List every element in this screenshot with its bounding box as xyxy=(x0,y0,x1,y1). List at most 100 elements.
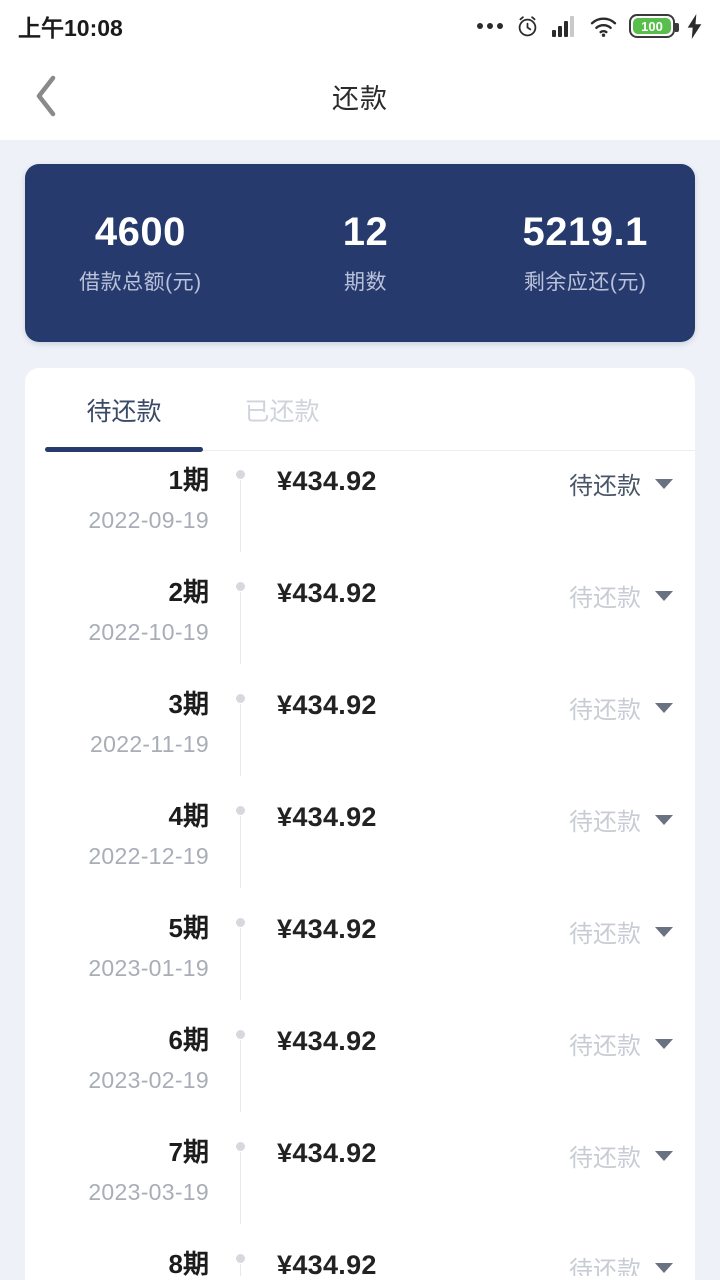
installment-status-cell[interactable]: 待还款 xyxy=(505,1250,695,1276)
chevron-down-icon[interactable] xyxy=(655,926,673,937)
summary-periods: 12 期数 xyxy=(256,211,476,296)
timeline-dot-icon xyxy=(236,582,245,591)
repayment-list-card: 待还款 已还款 1期 2022-09-19 ¥434.92 待还款 2期 202… xyxy=(25,368,695,1280)
installment-date: 2023-02-19 xyxy=(88,1066,209,1093)
installment-amount: ¥434.92 xyxy=(277,914,377,944)
timeline-dot-icon xyxy=(236,1142,245,1151)
summary-total-amount: 4600 借款总额(元) xyxy=(25,211,256,296)
installment-date: 2022-10-19 xyxy=(88,618,209,645)
table-row[interactable]: 2期 2022-10-19 ¥434.92 待还款 xyxy=(25,564,695,676)
installment-date: 2023-03-19 xyxy=(88,1178,209,1205)
installment-amount: ¥434.92 xyxy=(277,578,377,608)
chevron-down-icon[interactable] xyxy=(655,814,673,825)
timeline-dot-icon xyxy=(236,470,245,479)
summary-remaining: 5219.1 剩余应还(元) xyxy=(475,211,695,296)
table-row[interactable]: 1期 2022-09-19 ¥434.92 待还款 xyxy=(25,452,695,564)
timeline-dot-icon xyxy=(236,1254,245,1263)
table-row[interactable]: 7期 2023-03-19 ¥434.92 待还款 xyxy=(25,1124,695,1236)
chevron-down-icon[interactable] xyxy=(655,1262,673,1273)
installment-amount-cell: ¥434.92 xyxy=(253,690,505,721)
installment-amount: ¥434.92 xyxy=(277,690,377,720)
status-badge: 待还款 xyxy=(569,1257,641,1276)
summary-remaining-label: 剩余应还(元) xyxy=(523,270,647,294)
tab-pending[interactable]: 待还款 xyxy=(45,368,203,452)
timeline-line xyxy=(240,1152,241,1224)
installment-status-cell[interactable]: 待还款 xyxy=(505,466,695,501)
installment-period: 7期 xyxy=(168,1137,209,1167)
timeline-line xyxy=(240,704,241,776)
table-row[interactable]: 8期 2023-04-19 ¥434.92 待还款 xyxy=(25,1236,695,1276)
summary-total-label: 借款总额(元) xyxy=(79,270,202,294)
chevron-down-icon[interactable] xyxy=(655,1150,673,1161)
chevron-down-icon[interactable] xyxy=(655,478,673,489)
status-badge: 待还款 xyxy=(569,921,641,948)
timeline-line xyxy=(240,1040,241,1112)
installment-amount: ¥434.92 xyxy=(277,1250,377,1276)
alarm-clock-icon xyxy=(515,14,540,39)
tab-repaid[interactable]: 已还款 xyxy=(203,368,361,452)
timeline-line xyxy=(240,1264,241,1276)
installment-status-cell[interactable]: 待还款 xyxy=(505,914,695,949)
timeline-dot-icon xyxy=(236,1030,245,1039)
installment-amount: ¥434.92 xyxy=(277,1026,377,1056)
installment-period-cell: 8期 2023-04-19 xyxy=(25,1249,227,1276)
table-row[interactable]: 5期 2023-01-19 ¥434.92 待还款 xyxy=(25,900,695,1012)
installment-period: 1期 xyxy=(168,465,209,495)
installment-amount-cell: ¥434.92 xyxy=(253,1250,505,1276)
status-icon-group: 100 xyxy=(477,13,702,39)
status-badge: 待还款 xyxy=(569,1033,641,1060)
installment-amount-cell: ¥434.92 xyxy=(253,466,505,497)
timeline-dot-icon xyxy=(236,694,245,703)
status-bar: 上午10:08 100 xyxy=(0,0,720,52)
status-badge: 待还款 xyxy=(569,1145,641,1172)
timeline-dot-icon xyxy=(236,806,245,815)
installment-date: 2022-11-19 xyxy=(90,730,209,757)
installment-period-cell: 4期 2022-12-19 xyxy=(25,801,227,870)
table-row[interactable]: 6期 2023-02-19 ¥434.92 待还款 xyxy=(25,1012,695,1124)
chevron-down-icon[interactable] xyxy=(655,590,673,601)
installment-date: 2022-12-19 xyxy=(88,842,209,869)
chevron-down-icon[interactable] xyxy=(655,702,673,713)
app-screen: 上午10:08 100 还款 4600 借款总额(元) 12 期数 5219.1… xyxy=(0,0,720,1280)
timeline-line xyxy=(240,928,241,1000)
back-button[interactable] xyxy=(18,52,74,140)
tab-bar: 待还款 已还款 xyxy=(25,368,695,452)
timeline-line xyxy=(240,480,241,552)
installment-status-cell[interactable]: 待还款 xyxy=(505,802,695,837)
installment-period: 2期 xyxy=(168,577,209,607)
installment-amount-cell: ¥434.92 xyxy=(253,1026,505,1057)
battery-level: 100 xyxy=(641,18,663,34)
installment-status-cell[interactable]: 待还款 xyxy=(505,1026,695,1061)
status-badge: 待还款 xyxy=(569,473,641,500)
installment-status-cell[interactable]: 待还款 xyxy=(505,690,695,725)
installment-amount: ¥434.92 xyxy=(277,466,377,496)
installment-amount: ¥434.92 xyxy=(277,1138,377,1168)
loan-summary-card: 4600 借款总额(元) 12 期数 5219.1 剩余应还(元) xyxy=(25,164,695,342)
status-time: 上午10:08 xyxy=(18,15,123,41)
chevron-left-icon xyxy=(36,75,56,117)
installment-period: 3期 xyxy=(168,689,209,719)
status-badge: 待还款 xyxy=(569,697,641,724)
installment-period: 8期 xyxy=(168,1249,209,1276)
installment-period-cell: 6期 2023-02-19 xyxy=(25,1025,227,1094)
wifi-icon xyxy=(590,16,617,37)
installment-date: 2022-09-19 xyxy=(88,506,209,533)
installment-period-cell: 7期 2023-03-19 xyxy=(25,1137,227,1206)
installment-amount-cell: ¥434.92 xyxy=(253,1138,505,1169)
summary-remaining-value: 5219.1 xyxy=(522,209,648,254)
installment-date: 2023-01-19 xyxy=(88,954,209,981)
installment-status-cell[interactable]: 待还款 xyxy=(505,578,695,613)
chevron-down-icon[interactable] xyxy=(655,1038,673,1049)
installment-status-cell[interactable]: 待还款 xyxy=(505,1138,695,1173)
table-row[interactable]: 4期 2022-12-19 ¥434.92 待还款 xyxy=(25,788,695,900)
page-title: 还款 xyxy=(332,83,388,114)
summary-periods-value: 12 xyxy=(342,209,389,254)
installment-period-cell: 5期 2023-01-19 xyxy=(25,913,227,982)
installment-amount-cell: ¥434.92 xyxy=(253,578,505,609)
installment-period-cell: 3期 2022-11-19 xyxy=(25,689,227,758)
installment-list: 1期 2022-09-19 ¥434.92 待还款 2期 2022-10-19 … xyxy=(25,452,695,1276)
timeline-dot-icon xyxy=(236,918,245,927)
table-row[interactable]: 3期 2022-11-19 ¥434.92 待还款 xyxy=(25,676,695,788)
installment-period-cell: 1期 2022-09-19 xyxy=(25,465,227,534)
nav-bar: 还款 xyxy=(0,52,720,140)
